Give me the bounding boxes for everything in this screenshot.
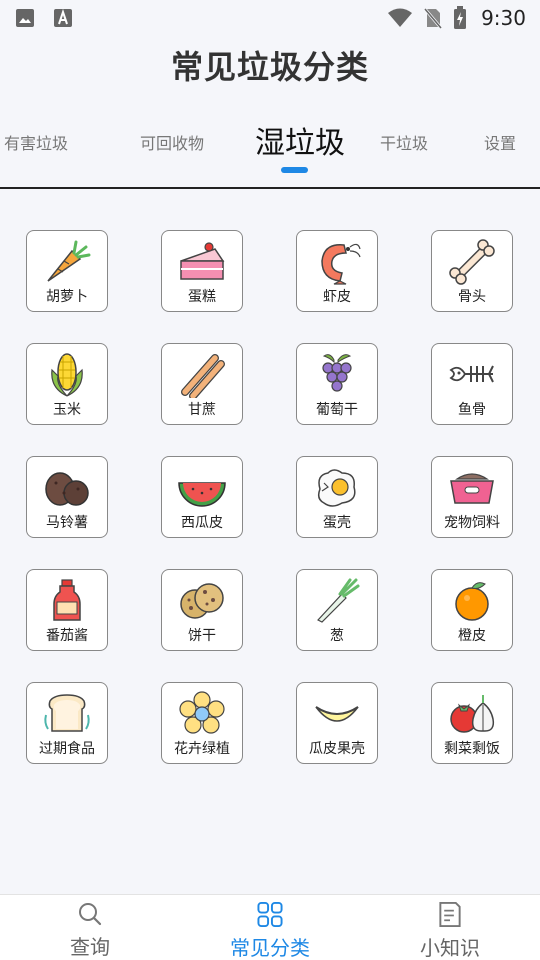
item-bone[interactable]: 骨头 xyxy=(431,230,513,312)
scallion-icon xyxy=(317,578,360,623)
item-label: 骨头 xyxy=(458,289,486,305)
item-shrimp[interactable]: 虾皮 xyxy=(296,230,378,312)
item-label: 蛋壳 xyxy=(323,515,351,531)
carrot-icon xyxy=(47,240,91,282)
nav-label: 小知识 xyxy=(420,936,480,960)
category-tabs: 有害垃圾 可回收物 湿垃圾 干垃圾 设置 xyxy=(0,110,540,188)
tabs-divider xyxy=(0,187,540,189)
eggshell-icon xyxy=(317,469,356,507)
tab-recyclable[interactable]: 可回收物 xyxy=(140,130,204,154)
potato-icon xyxy=(45,472,89,506)
grapes-icon xyxy=(322,354,352,392)
tab-wet-waste[interactable]: 湿垃圾 xyxy=(255,118,345,162)
search-icon xyxy=(79,903,102,926)
orange-icon xyxy=(455,582,489,621)
item-fishbone[interactable]: 鱼骨 xyxy=(431,343,513,425)
leftovers-icon xyxy=(450,695,495,733)
item-label: 胡萝卜 xyxy=(46,289,88,305)
wifi-icon xyxy=(388,8,413,27)
nav-search[interactable]: 查询 xyxy=(0,901,180,960)
pet-food-icon xyxy=(450,473,494,504)
nav-tips[interactable]: 小知识 xyxy=(360,901,540,960)
bone-icon xyxy=(449,239,495,285)
tab-hazardous[interactable]: 有害垃圾 xyxy=(4,130,68,154)
item-label: 西瓜皮 xyxy=(181,515,223,531)
nav-label: 常见分类 xyxy=(230,936,310,960)
no-sim-icon xyxy=(423,8,443,29)
cake-icon xyxy=(180,242,225,280)
item-label: 橙皮 xyxy=(458,628,486,644)
item-leftovers[interactable]: 剩菜剩饭 xyxy=(431,682,513,764)
item-potato[interactable]: 马铃薯 xyxy=(26,456,108,538)
tab-indicator xyxy=(281,167,308,173)
item-label: 花卉绿植 xyxy=(174,741,230,757)
item-label: 过期食品 xyxy=(39,741,95,757)
notes-icon xyxy=(439,901,461,928)
item-scallion[interactable]: 葱 xyxy=(296,569,378,651)
shrimp-icon xyxy=(321,243,361,285)
nav-label: 查询 xyxy=(70,935,110,959)
item-label: 饼干 xyxy=(188,628,216,644)
ketchup-icon xyxy=(53,579,81,621)
sugarcane-icon xyxy=(181,354,225,398)
item-cake[interactable]: 蛋糕 xyxy=(161,230,243,312)
item-label: 鱼骨 xyxy=(458,402,486,418)
corn-icon xyxy=(51,353,83,397)
item-label: 葡萄干 xyxy=(316,402,358,418)
tab-dry-waste[interactable]: 干垃圾 xyxy=(380,130,428,154)
cookie-icon xyxy=(180,583,224,619)
item-pet-food[interactable]: 宠物饲料 xyxy=(431,456,513,538)
nav-common-categories[interactable]: 常见分类 xyxy=(180,901,360,960)
item-label: 剩菜剩饭 xyxy=(444,741,500,757)
battery-charging-icon xyxy=(454,6,467,29)
item-sugarcane[interactable]: 甘蔗 xyxy=(161,343,243,425)
fishbone-icon xyxy=(449,365,494,383)
item-label: 番茄酱 xyxy=(46,628,88,644)
item-label: 马铃薯 xyxy=(46,515,88,531)
item-label: 甘蔗 xyxy=(188,402,216,418)
item-ketchup[interactable]: 番茄酱 xyxy=(26,569,108,651)
item-melon-rind-shells[interactable]: 瓜皮果壳 xyxy=(296,682,378,764)
item-expired-food[interactable]: 过期食品 xyxy=(26,682,108,764)
melon-rind-icon xyxy=(315,706,359,722)
item-corn[interactable]: 玉米 xyxy=(26,343,108,425)
item-orange-peel[interactable]: 橙皮 xyxy=(431,569,513,651)
item-label: 虾皮 xyxy=(323,289,351,305)
item-label: 蛋糕 xyxy=(188,289,216,305)
item-watermelon-rind[interactable]: 西瓜皮 xyxy=(161,456,243,538)
item-label: 玉米 xyxy=(53,402,81,418)
status-bar: 9:30 xyxy=(0,0,540,36)
item-raisins[interactable]: 葡萄干 xyxy=(296,343,378,425)
item-flowers-plants[interactable]: 花卉绿植 xyxy=(161,682,243,764)
page-title: 常见垃圾分类 xyxy=(170,48,369,86)
image-notification-icon xyxy=(16,9,34,27)
tab-settings[interactable]: 设置 xyxy=(484,130,516,154)
item-label: 葱 xyxy=(330,628,344,644)
clock: 9:30 xyxy=(481,6,526,30)
item-label: 瓜皮果壳 xyxy=(309,741,365,757)
font-notification-icon xyxy=(54,8,72,27)
item-eggshell[interactable]: 蛋壳 xyxy=(296,456,378,538)
grid-icon xyxy=(257,901,283,928)
item-carrot[interactable]: 胡萝卜 xyxy=(26,230,108,312)
flower-icon xyxy=(179,691,225,734)
item-label: 宠物饲料 xyxy=(444,515,500,531)
toast-icon xyxy=(44,694,90,732)
item-biscuit[interactable]: 饼干 xyxy=(161,569,243,651)
bottom-nav: 查询 常见分类 小知识 xyxy=(0,894,540,960)
watermelon-icon xyxy=(178,482,226,507)
